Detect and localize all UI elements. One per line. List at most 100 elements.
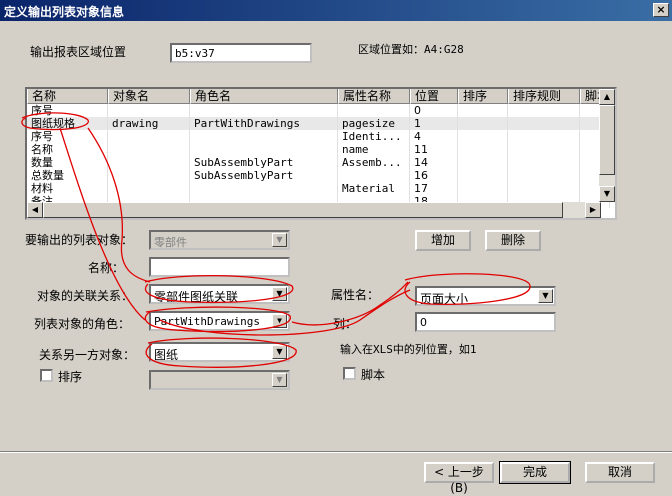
vertical-scroll-thumb[interactable] — [599, 105, 615, 175]
header-role[interactable]: 角色名 — [190, 89, 338, 104]
header-position[interactable]: 位置 — [410, 89, 458, 104]
finish-button[interactable]: 完成 — [499, 461, 571, 484]
relation-combo[interactable]: 零部件图纸关联 ▼ — [149, 284, 290, 304]
table-cell[interactable]: drawing — [108, 117, 190, 130]
header-sort[interactable]: 排序 — [458, 89, 508, 104]
table-cell[interactable]: 14 — [410, 156, 458, 169]
table-cell[interactable] — [108, 143, 190, 156]
table-cell[interactable]: 序号 — [27, 104, 108, 117]
table-cell[interactable]: 数量 — [27, 156, 108, 169]
table-cell[interactable]: SubAssemblyPart — [190, 169, 338, 182]
table-cell[interactable] — [108, 156, 190, 169]
table-cell[interactable]: 序号 — [27, 130, 108, 143]
table-cell[interactable] — [458, 143, 508, 156]
scroll-right-icon[interactable]: ▶ — [585, 202, 601, 218]
attr-combo[interactable]: 页面大小 ▼ — [415, 286, 556, 306]
close-button[interactable]: × — [653, 3, 669, 17]
table-cell[interactable]: 16 — [410, 169, 458, 182]
table-cell[interactable] — [508, 130, 580, 143]
table-cell[interactable] — [508, 169, 580, 182]
table-row[interactable]: 材料 Material 17 — [27, 182, 610, 195]
other-side-dropdown-icon[interactable]: ▼ — [272, 345, 287, 359]
sort-label: 排序 — [58, 370, 83, 384]
table-cell[interactable] — [108, 182, 190, 195]
table-cell[interactable]: 材料 — [27, 182, 108, 195]
table-cell[interactable]: 名称 — [27, 143, 108, 156]
table-cell[interactable] — [508, 143, 580, 156]
table-cell[interactable] — [508, 104, 580, 117]
table-cell[interactable] — [190, 143, 338, 156]
table-cell[interactable] — [508, 156, 580, 169]
sort-checkbox[interactable] — [40, 369, 53, 382]
table-cell[interactable] — [458, 104, 508, 117]
table-cell[interactable]: 图纸规格 — [27, 117, 108, 130]
add-button[interactable]: 增加 — [415, 230, 471, 251]
table-cell[interactable] — [338, 169, 410, 182]
table-row[interactable]: 图纸规格 drawing PartWithDrawings pagesize 1 — [27, 117, 610, 130]
delete-button[interactable]: 删除 — [485, 230, 541, 251]
prev-button[interactable]: < 上一步(B) — [424, 462, 494, 495]
table-row[interactable]: 总数量 SubAssemblyPart 16 — [27, 169, 610, 182]
table-cell[interactable]: 0 — [410, 104, 458, 117]
table-cell[interactable] — [458, 117, 508, 130]
table-cell[interactable]: 4 — [410, 130, 458, 143]
table-cell[interactable] — [458, 156, 508, 169]
scroll-left-icon[interactable]: ◀ — [27, 202, 43, 218]
table-cell[interactable]: name — [338, 143, 410, 156]
table-cell[interactable]: PartWithDrawings — [190, 117, 338, 130]
table-cell[interactable] — [458, 169, 508, 182]
column-label: 列： — [333, 317, 358, 331]
table-cell[interactable] — [108, 130, 190, 143]
column-input[interactable]: 0 — [415, 312, 556, 332]
other-side-combo[interactable]: 图纸 ▼ — [149, 342, 290, 362]
header-object[interactable]: 对象名 — [108, 89, 190, 104]
table-row[interactable]: 序号 Identi... 4 — [27, 130, 610, 143]
table-cell[interactable] — [190, 104, 338, 117]
relation-dropdown-icon[interactable]: ▼ — [272, 287, 287, 301]
cancel-button[interactable]: 取消 — [585, 462, 655, 483]
table-cell[interactable] — [190, 130, 338, 143]
table-cell[interactable] — [108, 169, 190, 182]
table-cell[interactable]: 11 — [410, 143, 458, 156]
table-cell[interactable]: 总数量 — [27, 169, 108, 182]
script-checkbox[interactable] — [343, 367, 356, 380]
table-cell[interactable]: SubAssemblyPart — [190, 156, 338, 169]
table-cell[interactable]: Identi... — [338, 130, 410, 143]
attr-value: 页面大小 — [420, 292, 469, 306]
table-cell[interactable] — [190, 182, 338, 195]
name-input[interactable] — [149, 257, 290, 277]
table-cell[interactable] — [458, 182, 508, 195]
table-cell[interactable]: 17 — [410, 182, 458, 195]
role-combo[interactable]: PartWithDrawings ▼ — [149, 311, 290, 331]
table-row[interactable]: 序号 0 — [27, 104, 610, 117]
table-cell[interactable] — [338, 104, 410, 117]
horizontal-scroll-thumb[interactable] — [43, 202, 563, 218]
role-dropdown-icon[interactable]: ▼ — [272, 314, 287, 328]
table-cell[interactable] — [458, 130, 508, 143]
scroll-up-icon[interactable]: ▲ — [599, 89, 615, 105]
output-region-label: 输出报表区域位置 — [30, 45, 127, 59]
header-sort-rule[interactable]: 排序规则 — [508, 89, 580, 104]
header-attr[interactable]: 属性名称 — [338, 89, 410, 104]
table-cell[interactable] — [508, 117, 580, 130]
other-side-label: 关系另一方对象： — [39, 348, 136, 362]
scroll-down-icon[interactable]: ▼ — [599, 186, 615, 202]
title-bar: 定义输出列表对象信息 × — [0, 0, 672, 21]
column-grid[interactable]: 名称 对象名 角色名 属性名称 位置 排序 排序规则 脚本 序号 0 图纸规格 dra… — [25, 87, 617, 220]
table-cell[interactable]: Assemb... — [338, 156, 410, 169]
table-row[interactable]: 数量 SubAssemblyPart Assemb... 14 — [27, 156, 610, 169]
attr-dropdown-icon[interactable]: ▼ — [538, 289, 553, 303]
header-name[interactable]: 名称 — [27, 89, 108, 104]
table-row[interactable]: 名称 name 11 — [27, 143, 610, 156]
grid-vertical-scrollbar[interactable]: ▲ ▼ — [599, 89, 615, 202]
name-label: 名称： — [88, 261, 125, 275]
role-label: 列表对象的角色： — [34, 317, 131, 331]
table-cell[interactable] — [108, 104, 190, 117]
sort-combo: ▼ — [149, 370, 290, 390]
output-region-input[interactable]: b5:v37 — [170, 43, 312, 63]
table-cell[interactable]: pagesize — [338, 117, 410, 130]
table-cell[interactable]: 1 — [410, 117, 458, 130]
grid-horizontal-scrollbar[interactable]: ◀ ▶ — [27, 202, 601, 218]
table-cell[interactable] — [508, 182, 580, 195]
table-cell[interactable]: Material — [338, 182, 410, 195]
